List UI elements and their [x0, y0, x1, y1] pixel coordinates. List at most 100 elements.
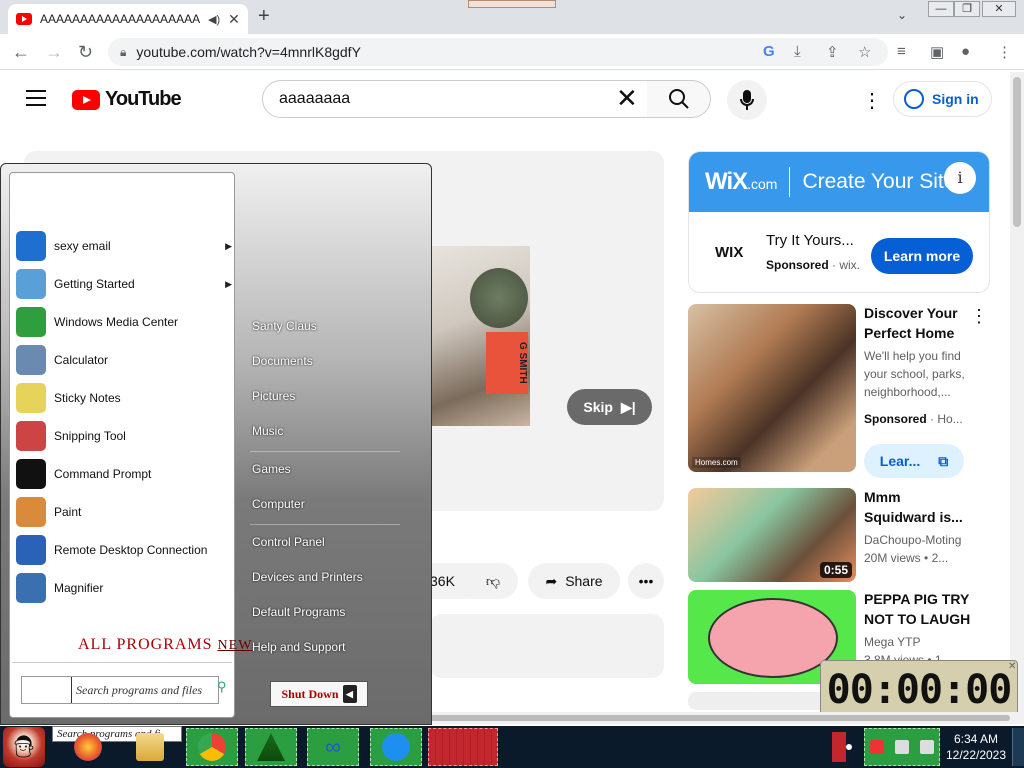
maximize-button[interactable]: ❐ [954, 1, 980, 17]
start-menu-link[interactable]: Santy Claus [252, 319, 317, 333]
tab-search-chevron-icon[interactable]: ⌄ [897, 8, 907, 22]
taskbar-christmas-app[interactable] [245, 728, 297, 766]
url-text[interactable]: youtube.com/watch?v=4mnrlK8gdfY [136, 44, 361, 60]
start-menu-link[interactable]: Pictures [252, 389, 295, 403]
install-app-icon[interactable]: ⤓ [794, 43, 801, 60]
tab-close-icon[interactable]: ✕ [228, 11, 240, 28]
dislike-button[interactable]: 👎︎ [468, 563, 518, 599]
christmas-tree-icon [257, 733, 285, 761]
back-icon[interactable]: ← [12, 42, 30, 63]
share-page-icon[interactable]: ⇪ [826, 43, 839, 61]
all-programs-label: ALL PROGRAMS [78, 636, 213, 653]
start-button[interactable]: 🎅︎ [3, 727, 45, 767]
scrollbar-thumb[interactable] [1013, 77, 1021, 227]
browser-tab[interactable]: AAAAAAAAAAAAAAAAAAAA ◀) ✕ [8, 4, 248, 34]
start-menu-separator [250, 524, 400, 525]
lock-icon[interactable]: 🔒︎ [120, 45, 126, 60]
channel-name[interactable]: DaChoupo-Moting [864, 531, 984, 549]
start-menu-link[interactable]: Computer [252, 497, 305, 511]
start-menu-link[interactable]: Music [252, 424, 283, 438]
search-input[interactable]: aaaaaaaa [262, 80, 648, 118]
forward-icon[interactable]: → [45, 42, 63, 63]
action-center-icon[interactable] [870, 740, 885, 754]
youtube-favicon-icon [16, 13, 32, 25]
channel-name[interactable]: Mega YTP [864, 633, 984, 651]
start-search-input[interactable]: Search programs and files [21, 676, 219, 704]
chrome-menu-icon[interactable]: ⋮ [997, 43, 1012, 61]
all-programs-button[interactable]: ALL PROGRAMS NEW [78, 636, 252, 654]
hamburger-menu-icon[interactable] [26, 90, 46, 106]
bookmark-star-icon[interactable]: ☆ [858, 43, 871, 61]
sponsored-ad-card[interactable]: WiX.com Create Your Site i WIX Try It Yo… [688, 151, 990, 293]
system-tray[interactable] [864, 728, 940, 766]
taskbar-clock[interactable]: 6:34 AM 12/22/2023 [944, 728, 1008, 766]
media-controls-icon[interactable]: ≡ [897, 43, 906, 60]
shut-down-options-icon[interactable]: ◀ [342, 685, 357, 703]
youtube-logo[interactable]: YouTube [72, 88, 182, 111]
timer-close-icon[interactable]: ✕ [1008, 661, 1016, 672]
share-button[interactable]: ➦ Share [528, 563, 620, 599]
shut-down-button[interactable]: Shut Down ◀ [270, 681, 368, 707]
show-desktop-button[interactable] [1012, 728, 1024, 766]
start-menu-link[interactable]: Control Panel [252, 535, 325, 549]
ad-info-icon[interactable]: i [944, 162, 976, 194]
thumbnail-tag: Homes.com [692, 457, 741, 468]
video-more-icon[interactable]: ⋮ [970, 306, 988, 327]
video-thumbnail[interactable]: Homes.com [688, 304, 856, 472]
taskbar-firefox[interactable] [62, 728, 114, 766]
side-panel-icon[interactable]: ▣ [930, 43, 944, 61]
start-menu-item[interactable]: Magnifier [16, 571, 232, 605]
clear-search-icon[interactable]: ✕ [616, 84, 638, 112]
voice-search-button[interactable] [727, 80, 767, 120]
minimize-button[interactable]: — [928, 1, 954, 17]
video-title[interactable]: Mmm Squidward is... [864, 487, 974, 527]
learn-more-button[interactable]: Lear... ⧉ [864, 444, 964, 478]
scrollbar-thumb[interactable] [430, 715, 1010, 721]
taskbar-messenger[interactable] [370, 728, 422, 766]
start-menu-link[interactable]: Devices and Printers [252, 570, 363, 584]
network-icon[interactable] [894, 740, 909, 754]
ad-title[interactable]: Try It Yours... [766, 232, 854, 249]
start-menu-link[interactable]: Help and Support [252, 640, 345, 654]
start-menu-link[interactable]: Documents [252, 354, 313, 368]
audio-playing-icon[interactable]: ◀) [208, 13, 220, 26]
start-menu-item[interactable]: Windows Media Center [16, 305, 232, 339]
search-button[interactable] [647, 80, 711, 118]
timer-display[interactable]: 00:00:00 [820, 660, 1018, 720]
taskbar-explorer[interactable] [124, 728, 176, 766]
start-menu-item[interactable]: Getting Started ▶ [16, 267, 232, 301]
start-menu-item[interactable]: Paint [16, 495, 232, 529]
start-menu-item[interactable]: sexy email ▶ [16, 229, 232, 263]
start-menu-link[interactable]: Games [252, 462, 291, 476]
new-tab-button[interactable]: + [258, 5, 270, 28]
video-thumbnail[interactable]: 0:55 [688, 488, 856, 582]
calculator-icon [16, 345, 46, 375]
more-actions-button[interactable]: ••• [628, 563, 664, 599]
reload-icon[interactable]: ↻ [78, 42, 93, 63]
start-menu-item[interactable]: Command Prompt [16, 457, 232, 491]
page-scrollbar[interactable] [1010, 72, 1024, 722]
taskbar-red-marker[interactable] [832, 732, 846, 762]
taskbar-infinity-app[interactable]: ∞ [307, 728, 359, 766]
start-menu-item[interactable]: Snipping Tool [16, 419, 232, 453]
start-menu-item[interactable]: Calculator [16, 343, 232, 377]
start-menu-item[interactable]: Sticky Notes [16, 381, 232, 415]
taskbar-red-app[interactable] [428, 728, 498, 766]
description-box[interactable] [430, 614, 664, 678]
volume-icon[interactable] [919, 740, 934, 754]
start-menu-item-label: Windows Media Center [54, 315, 179, 329]
profile-icon[interactable]: ● [961, 43, 970, 60]
magnifier-search-icon[interactable]: ⚲ [217, 679, 227, 695]
horizontal-scrollbar[interactable] [430, 712, 1024, 724]
start-menu-item[interactable]: Remote Desktop Connection [16, 533, 232, 567]
sign-in-button[interactable]: Sign in [893, 81, 992, 117]
start-menu-link[interactable]: Default Programs [252, 605, 345, 619]
taskbar-chrome[interactable] [186, 728, 238, 766]
ad-learn-more-button[interactable]: Learn more [871, 238, 973, 274]
google-lens-icon[interactable]: G [763, 43, 775, 60]
settings-more-icon[interactable]: ⋮ [862, 88, 882, 113]
close-window-button[interactable]: ✕ [982, 1, 1016, 17]
skip-ad-button[interactable]: Skip ▶| [567, 389, 652, 425]
video-title[interactable]: Discover Your Perfect Home [864, 303, 964, 343]
video-title[interactable]: PEPPA PIG TRY NOT TO LAUGH [864, 589, 994, 629]
